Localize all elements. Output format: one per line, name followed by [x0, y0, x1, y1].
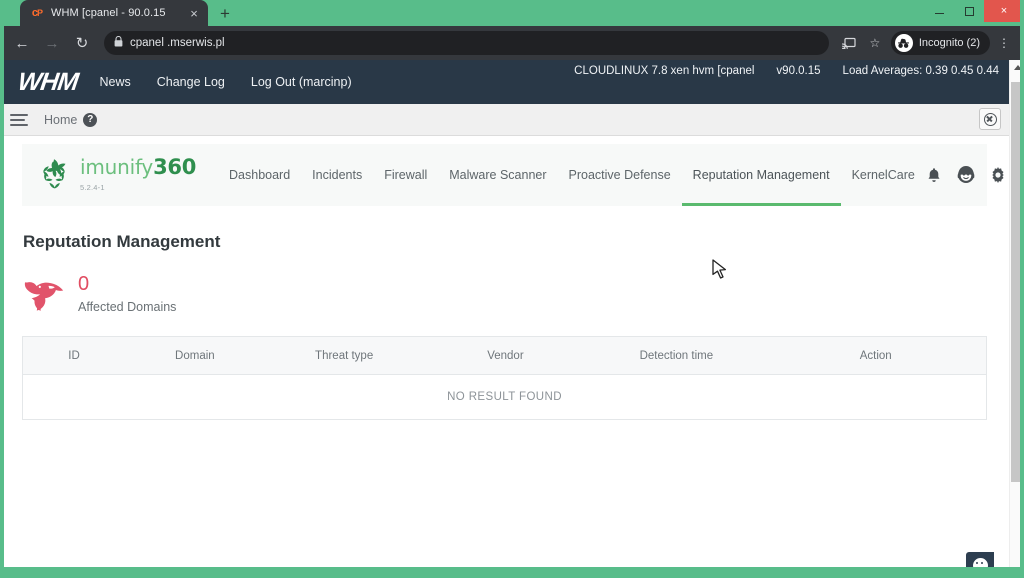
- notifications-bell-icon[interactable]: [926, 167, 942, 184]
- whm-link-logout[interactable]: Log Out (marcinp): [251, 75, 352, 89]
- lock-icon: [114, 35, 123, 50]
- close-panel-icon[interactable]: [979, 108, 1001, 130]
- affected-domains-label: Affected Domains: [78, 300, 177, 314]
- desktop-edge-left: [0, 0, 4, 578]
- address-bar[interactable]: cpanel .mserwis.pl: [104, 31, 829, 55]
- imunify-name-light: imunify: [80, 154, 154, 179]
- shark-icon: [24, 275, 66, 313]
- table-empty-message: NO RESULT FOUND: [447, 391, 562, 403]
- tab-kernelcare[interactable]: KernelCare: [841, 144, 926, 206]
- page-title: Reputation Management: [23, 232, 221, 251]
- tab-proactive-defense[interactable]: Proactive Defense: [558, 144, 682, 206]
- imunify-app: imunify 360 5.2.4-1 Dashboard Incidents …: [0, 136, 1009, 279]
- cast-icon[interactable]: [837, 31, 861, 55]
- breadcrumb-home[interactable]: Home: [44, 113, 77, 127]
- browser-window: cP WHM [cpanel - 90.0.15 × + × ← → ↻ cpa…: [0, 0, 1024, 578]
- affected-domains-summary: 0 Affected Domains: [24, 274, 987, 314]
- imunify-leaf-mark-icon: [36, 157, 72, 193]
- imunify-action-icons: [926, 166, 1009, 184]
- settings-gear-icon[interactable]: [990, 167, 1006, 183]
- column-header-domain[interactable]: Domain: [125, 350, 265, 362]
- server-os: CLOUDLINUX 7.8 xen hvm [cpanel: [574, 65, 755, 77]
- address-bar-text: cpanel .mserwis.pl: [130, 37, 225, 49]
- load-averages: Load Averages: 0.39 0.45 0.44: [842, 65, 999, 77]
- whm-header: WHM News Change Log Log Out (marcinp) CL…: [0, 60, 1009, 104]
- whm-logo: WHM: [16, 67, 80, 96]
- close-window-button[interactable]: ×: [984, 0, 1024, 22]
- imunify-wordmark: imunify 360 5.2.4-1: [80, 154, 197, 194]
- desktop-edge-right: [1020, 0, 1024, 578]
- hamburger-menu-icon[interactable]: [10, 112, 32, 128]
- column-header-detection-time[interactable]: Detection time: [587, 350, 765, 362]
- imunify-navbar: imunify 360 5.2.4-1 Dashboard Incidents …: [22, 144, 1004, 206]
- reload-icon[interactable]: ↻: [68, 29, 96, 57]
- tab-incidents[interactable]: Incidents: [301, 144, 373, 206]
- maximize-button[interactable]: [954, 0, 984, 22]
- desktop-background: cP WHM [cpanel - 90.0.15 × + × ← → ↻ cpa…: [0, 0, 1024, 578]
- browser-menu-icon[interactable]: ⋮: [992, 31, 1016, 55]
- page-content: WHM News Change Log Log Out (marcinp) CL…: [0, 60, 1009, 578]
- forward-icon[interactable]: →: [38, 29, 66, 57]
- affected-domains-count: 0: [78, 273, 90, 295]
- affected-domains-text: 0 Affected Domains: [78, 274, 176, 314]
- imunify-logo[interactable]: imunify 360 5.2.4-1: [36, 154, 197, 194]
- tab-malware-scanner[interactable]: Malware Scanner: [438, 144, 557, 206]
- tab-dashboard[interactable]: Dashboard: [218, 144, 301, 206]
- whm-link-news[interactable]: News: [99, 75, 130, 89]
- reputation-management-content: Reputation Management 0 Affected Domains…: [0, 232, 1009, 420]
- minimize-button[interactable]: [924, 0, 954, 22]
- column-header-id[interactable]: ID: [23, 350, 125, 362]
- incognito-hat-icon: [894, 34, 913, 52]
- tab-reputation-management[interactable]: Reputation Management: [681, 144, 841, 206]
- browser-tab[interactable]: cP WHM [cpanel - 90.0.15 ×: [20, 0, 208, 26]
- window-controls: ×: [924, 0, 1024, 22]
- tab-firewall[interactable]: Firewall: [373, 144, 438, 206]
- support-agent-icon[interactable]: [957, 166, 975, 184]
- whm-version: v90.0.15: [776, 65, 821, 77]
- help-icon[interactable]: ?: [83, 112, 98, 127]
- browser-tab-strip: cP WHM [cpanel - 90.0.15 × + ×: [0, 0, 1024, 26]
- bookmark-star-icon[interactable]: ☆: [863, 31, 887, 55]
- whm-link-changelog[interactable]: Change Log: [157, 75, 225, 89]
- breadcrumb-bar: Home ?: [0, 104, 1009, 136]
- incognito-profile-chip[interactable]: Incognito (2): [890, 31, 990, 55]
- close-icon[interactable]: ×: [186, 5, 202, 21]
- reputation-table: ID Domain Threat type Vendor Detection t…: [22, 336, 987, 420]
- new-tab-button[interactable]: +: [212, 2, 238, 26]
- column-header-action[interactable]: Action: [765, 350, 986, 362]
- browser-toolbar: ← → ↻ cpanel .mserwis.pl ☆ Incognito (2)…: [0, 26, 1024, 60]
- whm-server-status: CLOUDLINUX 7.8 xen hvm [cpanel v90.0.15 …: [574, 60, 1009, 82]
- tab-title: WHM [cpanel - 90.0.15: [51, 7, 166, 19]
- back-icon[interactable]: ←: [8, 29, 36, 57]
- incognito-label: Incognito (2): [918, 37, 980, 49]
- desktop-edge-bottom: [0, 567, 1024, 578]
- imunify-version: 5.2.4-1: [80, 182, 105, 192]
- page-viewport: WHM News Change Log Log Out (marcinp) CL…: [0, 60, 1024, 578]
- imunify-name-bold: 360: [153, 154, 197, 179]
- table-header-row: ID Domain Threat type Vendor Detection t…: [23, 337, 986, 375]
- cpanel-favicon: cP: [31, 7, 43, 19]
- column-header-threat-type[interactable]: Threat type: [265, 350, 424, 362]
- column-header-vendor[interactable]: Vendor: [424, 350, 588, 362]
